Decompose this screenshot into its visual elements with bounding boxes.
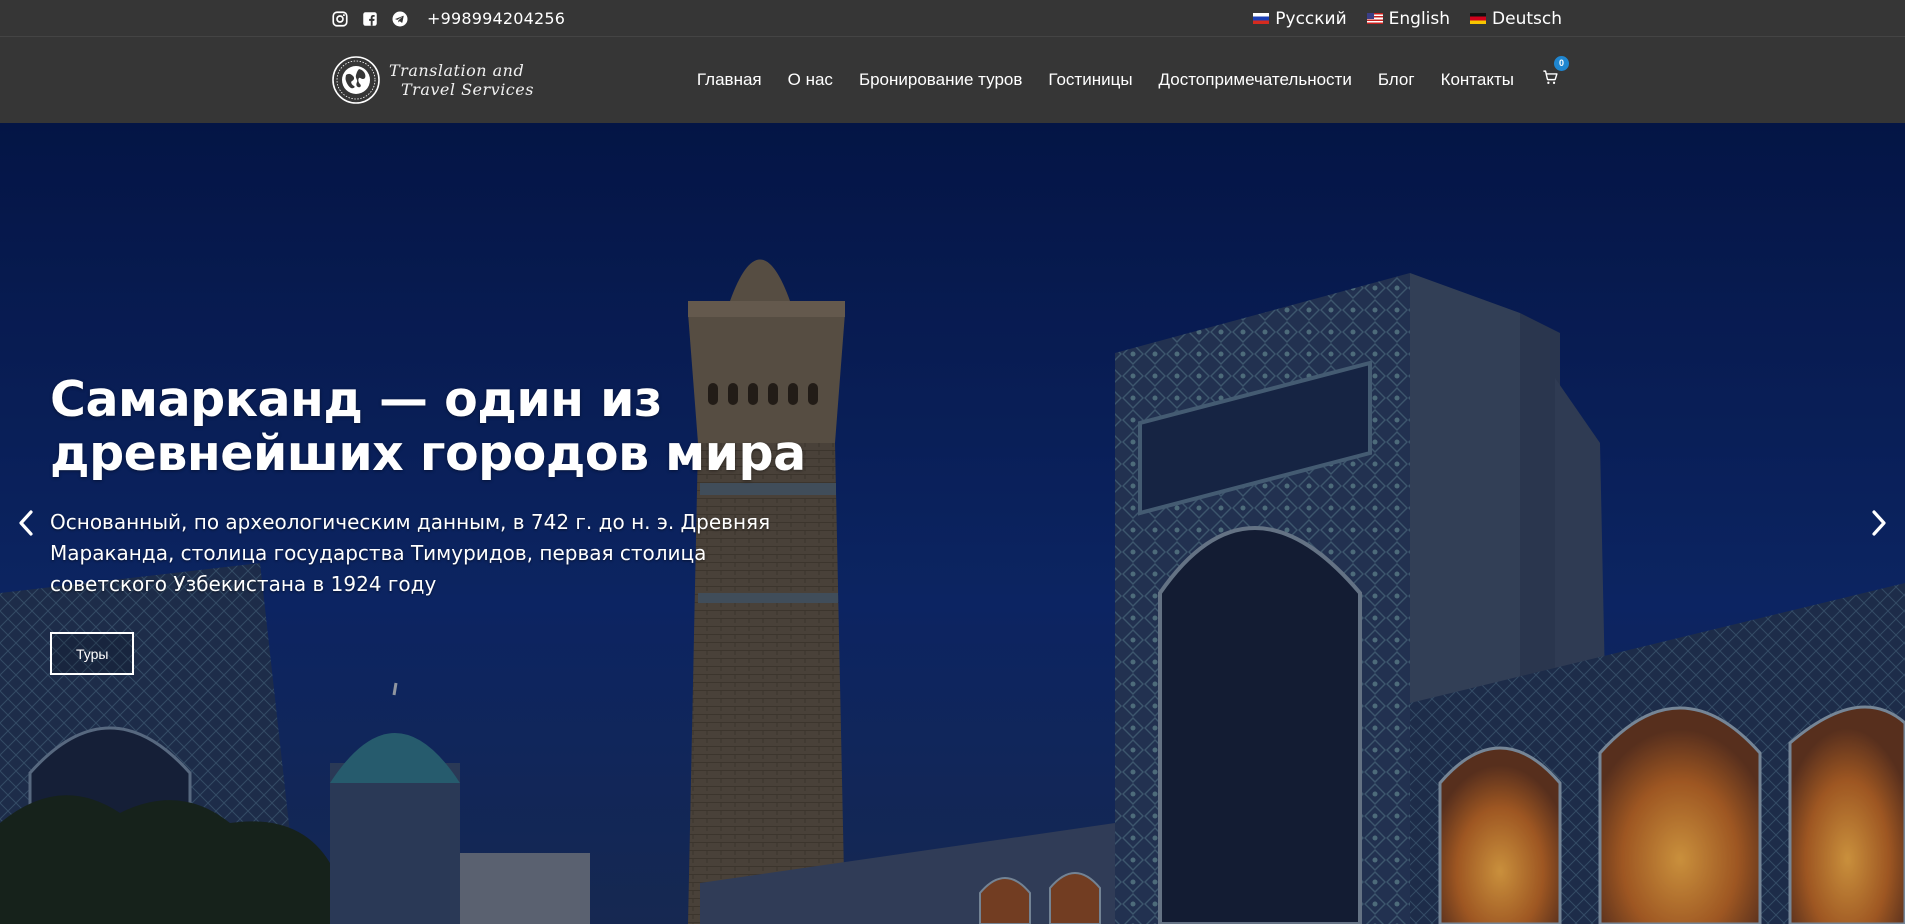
hero-title-line-1: Самарканд — один из: [50, 371, 662, 428]
cart-icon: [1543, 70, 1558, 84]
chevron-right-icon: [1872, 510, 1886, 536]
cart-button[interactable]: 0: [1542, 56, 1569, 89]
russia-flag-icon: [1253, 13, 1270, 24]
lang-label: Русский: [1275, 8, 1347, 29]
usa-flag-icon: [1366, 13, 1383, 24]
lang-english[interactable]: English: [1366, 8, 1451, 29]
instagram-icon[interactable]: [331, 10, 349, 28]
nav-home[interactable]: Главная: [697, 70, 762, 90]
hero-description: Основанный, по археологическим данным, в…: [50, 510, 771, 596]
slider-next-button[interactable]: [1867, 508, 1891, 538]
logo-wordmark: Translation and Travel Services: [389, 61, 534, 99]
lang-russian[interactable]: Русский: [1253, 8, 1347, 29]
lang-label: Deutsch: [1492, 8, 1562, 29]
nav-hotels[interactable]: Гостиницы: [1048, 70, 1132, 90]
site-logo[interactable]: Translation and Travel Services: [331, 55, 534, 105]
nav-attractions[interactable]: Достопримечательности: [1159, 70, 1352, 90]
language-switcher: Русский English Deutsch: [1253, 9, 1562, 29]
nav-contacts[interactable]: Контакты: [1441, 70, 1514, 90]
main-navbar: Translation and Travel Services Главная …: [0, 37, 1905, 123]
nav-blog[interactable]: Блог: [1378, 70, 1415, 90]
facebook-icon[interactable]: [361, 10, 379, 28]
logo-line-2: Travel Services: [401, 80, 534, 99]
main-menu: Главная О нас Бронирование туров Гостини…: [697, 56, 1569, 90]
germany-flag-icon: [1470, 13, 1487, 24]
slider-prev-button[interactable]: [14, 508, 38, 538]
globe-logo-icon: [332, 56, 380, 104]
telegram-icon[interactable]: [391, 10, 409, 28]
lang-german[interactable]: Deutsch: [1470, 9, 1562, 29]
social-links: +998994204256: [331, 9, 565, 28]
top-bar: +998994204256 Русский English Deutsch: [0, 0, 1905, 37]
hero-slider: Самарканд — один из древнейших городов м…: [0, 123, 1905, 924]
chevron-left-icon: [19, 510, 33, 536]
hero-title-line-2: древнейших городов мира: [50, 425, 806, 482]
hero-caption: Самарканд — один из древнейших городов м…: [50, 373, 810, 675]
phone-number[interactable]: +998994204256: [427, 9, 565, 28]
lang-label: English: [1388, 8, 1451, 29]
tours-button[interactable]: Туры: [50, 632, 135, 675]
nav-about[interactable]: О нас: [788, 70, 833, 90]
cart-count-badge: 0: [1554, 56, 1569, 71]
logo-line-1: Translation and: [389, 61, 525, 80]
nav-tour-booking[interactable]: Бронирование туров: [859, 70, 1022, 90]
hero-title: Самарканд — один из древнейших городов м…: [50, 373, 810, 481]
